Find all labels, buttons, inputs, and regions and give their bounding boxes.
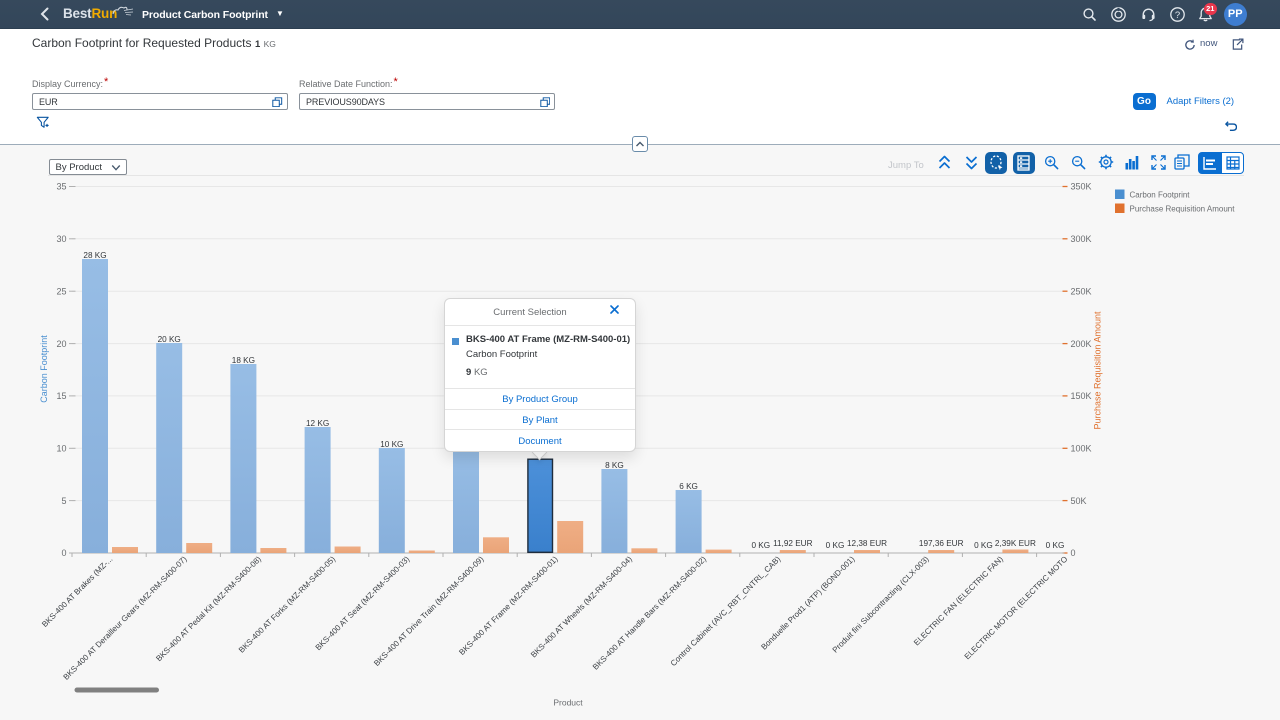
- svg-text:100K: 100K: [1071, 444, 1092, 454]
- svg-text:Product: Product: [553, 698, 583, 708]
- svg-text:10: 10: [56, 444, 66, 454]
- svg-text:Purchase Requisition Amount: Purchase Requisition Amount: [1130, 204, 1236, 213]
- svg-text:25: 25: [56, 286, 66, 296]
- svg-text:11,92 EUR: 11,92 EUR: [773, 539, 813, 548]
- svg-text:5: 5: [61, 496, 66, 506]
- svg-text:300K: 300K: [1071, 234, 1092, 244]
- svg-text:0 KG: 0 KG: [751, 541, 770, 550]
- svg-text:?: ?: [1175, 10, 1180, 21]
- svg-text:BKS-400 AT Handle Bars (MZ-RM-: BKS-400 AT Handle Bars (MZ-RM-S400-02): [591, 554, 708, 671]
- svg-text:20: 20: [56, 339, 66, 349]
- svg-text:BKS-400 AT Derailleur Gears (M: BKS-400 AT Derailleur Gears (MZ-RM-S400-…: [62, 554, 189, 681]
- svg-text:2,39K EUR: 2,39K EUR: [995, 539, 1036, 548]
- svg-text:0 KG: 0 KG: [826, 541, 845, 550]
- svg-text:10 KG: 10 KG: [380, 440, 403, 449]
- svg-text:Carbon Footprint: Carbon Footprint: [39, 335, 49, 403]
- svg-text:0 KG: 0 KG: [974, 541, 993, 550]
- svg-text:8 KG: 8 KG: [605, 461, 624, 470]
- svg-text:12 KG: 12 KG: [306, 419, 329, 428]
- svg-text:15: 15: [56, 391, 66, 401]
- svg-text:28 KG: 28 KG: [83, 251, 106, 260]
- svg-text:20 KG: 20 KG: [158, 335, 181, 344]
- svg-text:35: 35: [56, 182, 66, 192]
- svg-text:ELECTRIC MOTOR (ELECTRIC MOTO: ELECTRIC MOTOR (ELECTRIC MOTO: [963, 555, 1070, 662]
- svg-text:BKS-400 AT Brakes (MZ-...: BKS-400 AT Brakes (MZ-...: [40, 555, 114, 629]
- svg-text:18 KG: 18 KG: [232, 356, 255, 365]
- svg-text:0: 0: [61, 548, 66, 558]
- svg-text:197,36 EUR: 197,36 EUR: [919, 539, 964, 548]
- svg-text:150K: 150K: [1071, 391, 1092, 401]
- svg-text:6 KG: 6 KG: [679, 482, 698, 491]
- svg-text:200K: 200K: [1071, 339, 1092, 349]
- svg-text:50K: 50K: [1071, 496, 1087, 506]
- svg-text:350K: 350K: [1071, 182, 1092, 192]
- svg-text:Carbon Footprint: Carbon Footprint: [1130, 190, 1191, 199]
- svg-text:0: 0: [1071, 548, 1076, 558]
- svg-text:30: 30: [56, 234, 66, 244]
- svg-text:0 KG: 0 KG: [1046, 541, 1065, 550]
- svg-text:250K: 250K: [1071, 286, 1092, 296]
- svg-text:Purchase Requisition Amount: Purchase Requisition Amount: [1093, 311, 1103, 430]
- svg-text:12,38 EUR: 12,38 EUR: [847, 539, 887, 548]
